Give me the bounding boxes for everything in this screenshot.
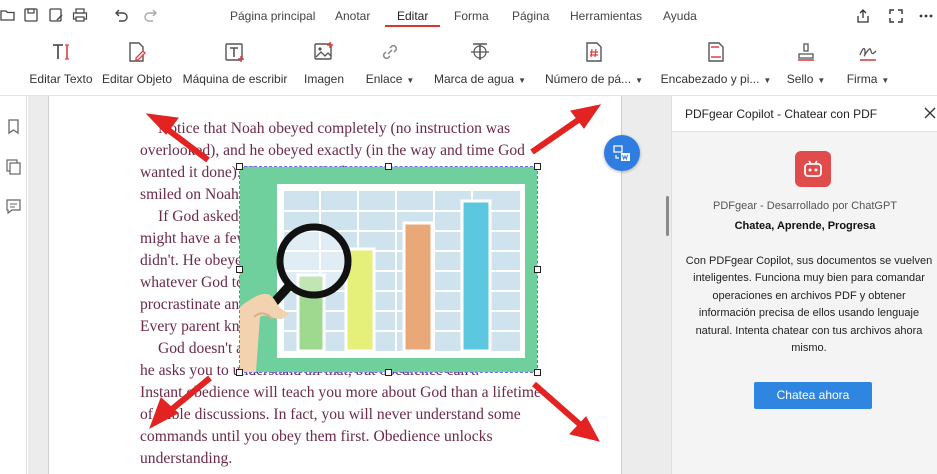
watermark-button[interactable]: Marca de agua ▼: [430, 33, 530, 96]
chevron-down-icon: ▼: [635, 76, 643, 85]
typewriter-label: Máquina de escribir: [182, 72, 288, 86]
edit-object-icon: [126, 41, 148, 63]
page-number-label: Número de pá...: [545, 72, 632, 86]
chart-magnifier-illustration: [240, 167, 537, 372]
left-sidebar: [0, 96, 27, 474]
robot-logo-icon: [795, 151, 831, 187]
convert-to-word-button[interactable]: [604, 135, 640, 171]
copilot-title: PDFgear Copilot - Chatear con PDF: [685, 107, 878, 121]
menu-bar: Página principal Anotar Editar Forma Pág…: [0, 0, 937, 33]
header-footer-label: Encabezado y pi...: [660, 72, 760, 86]
text-line: understanding.: [140, 450, 233, 467]
chevron-down-icon: ▼: [817, 76, 826, 85]
tab-herramientas[interactable]: Herramientas: [570, 9, 642, 23]
copilot-description: Con PDFgear Copilot, sus documentos se v…: [685, 255, 933, 355]
comment-icon[interactable]: [5, 198, 22, 215]
text-line: Instant obedience will teach you more ab…: [140, 384, 541, 401]
undo-icon[interactable]: [113, 7, 129, 23]
header-footer-button[interactable]: Encabezado y pi... ▼: [660, 33, 772, 96]
tab-editar[interactable]: Editar: [397, 9, 428, 23]
resize-handle-right[interactable]: [534, 266, 541, 273]
edit-text-label: Editar Texto: [29, 72, 93, 86]
vertical-scrollbar[interactable]: [666, 196, 669, 236]
image-button[interactable]: Imagen: [296, 33, 352, 96]
chat-now-button[interactable]: Chatea ahora: [754, 382, 872, 409]
image-label: Imagen: [303, 72, 345, 86]
edit-text-icon: [50, 41, 72, 63]
tab-anotar[interactable]: Anotar: [335, 9, 370, 23]
link-label: Enlace: [365, 72, 403, 86]
tab-pagina[interactable]: Página: [512, 9, 549, 23]
stamp-icon: [795, 41, 817, 63]
more-icon[interactable]: [918, 8, 934, 24]
save-icon[interactable]: [23, 7, 39, 23]
stamp-button[interactable]: Sello ▼: [780, 33, 832, 96]
save-as-icon[interactable]: [48, 7, 64, 23]
copilot-tagline: Chatea, Aprende, Progresa: [734, 220, 876, 232]
resize-handle-top[interactable]: [385, 163, 392, 170]
print-icon[interactable]: [72, 7, 88, 23]
copilot-header: PDFgear Copilot - Chatear con PDF: [672, 96, 937, 132]
tab-pagina-principal[interactable]: Página principal: [230, 9, 315, 23]
pdf-page: Notice that Noah obeyed completely (no i…: [48, 96, 622, 474]
ribbon-toolbar: Editar Texto Editar Objeto Máquina de es…: [0, 33, 937, 96]
document-viewer: Notice that Noah obeyed completely (no i…: [28, 96, 671, 474]
resize-handle-bottom-left[interactable]: [236, 369, 243, 376]
tab-forma[interactable]: Forma: [454, 9, 489, 23]
watermark-label: Marca de agua: [434, 72, 515, 86]
typewriter-icon: [224, 41, 246, 63]
signature-button[interactable]: Firma ▼: [840, 33, 896, 96]
bookmark-icon[interactable]: [5, 118, 22, 135]
share-icon[interactable]: [855, 8, 871, 24]
text-line: smiled on Noah.: [140, 186, 243, 203]
text-line: Notice that Noah obeyed completely (no i…: [158, 120, 511, 137]
chevron-down-icon: ▼: [881, 76, 890, 85]
chevron-down-icon: ▼: [406, 76, 415, 85]
signature-label: Firma: [846, 72, 878, 86]
resize-handle-top-right[interactable]: [534, 163, 541, 170]
chevron-down-icon: ▼: [763, 76, 772, 85]
chevron-down-icon: ▼: [518, 76, 526, 85]
text-line: commands until you obey them first. Obed…: [140, 428, 493, 445]
edit-object-label: Editar Objeto: [101, 72, 173, 86]
link-button[interactable]: Enlace ▼: [360, 33, 420, 96]
resize-handle-top-left[interactable]: [236, 163, 243, 170]
convert-to-word-icon: [613, 145, 630, 161]
header-footer-icon: [705, 41, 727, 63]
open-folder-icon[interactable]: [0, 7, 16, 23]
selected-image[interactable]: [236, 163, 541, 376]
close-icon[interactable]: [924, 107, 936, 119]
resize-handle-bottom-right[interactable]: [534, 369, 541, 376]
text-line: overlooked), and he obeyed exactly (in t…: [140, 142, 525, 159]
typewriter-button[interactable]: Máquina de escribir: [180, 33, 290, 96]
image-icon: [313, 41, 335, 63]
text-line: of Bible discussions. In fact, you will …: [140, 406, 521, 423]
watermark-icon: [469, 41, 491, 63]
page-number-button[interactable]: Número de pá... ▼: [542, 33, 646, 96]
edit-object-button[interactable]: Editar Objeto: [100, 33, 174, 96]
edit-text-button[interactable]: Editar Texto: [24, 33, 98, 96]
active-tab-indicator: [385, 25, 440, 27]
link-icon: [379, 41, 401, 63]
resize-handle-bottom[interactable]: [385, 369, 392, 376]
stamp-label: Sello: [786, 72, 814, 86]
copilot-panel: PDFgear Copilot - Chatear con PDF PDFgea…: [671, 96, 937, 474]
pages-icon[interactable]: [5, 158, 22, 175]
redo-icon[interactable]: [143, 7, 159, 23]
copilot-subtitle: PDFgear - Desarrollado por ChatGPT: [712, 200, 897, 212]
page-number-icon: [583, 41, 605, 63]
signature-icon: [857, 41, 879, 63]
tab-ayuda[interactable]: Ayuda: [663, 9, 697, 23]
fullscreen-icon[interactable]: [888, 8, 904, 24]
resize-handle-left[interactable]: [236, 266, 243, 273]
